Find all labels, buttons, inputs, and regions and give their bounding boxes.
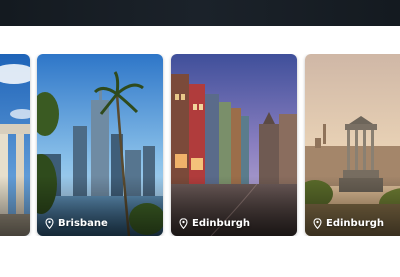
destination-caption: Edinburgh	[313, 218, 384, 229]
city-name: Brisbane	[58, 218, 108, 229]
location-pin-icon	[313, 218, 322, 229]
destination-carousel[interactable]: Brisbane Edinburgh Edinburgh	[0, 54, 400, 236]
location-pin-icon	[45, 218, 54, 229]
city-name: Edinburgh	[192, 218, 251, 229]
destination-card-brisbane[interactable]: Brisbane	[37, 54, 163, 236]
location-pin-icon	[179, 218, 188, 229]
destination-card-edinburgh-monument[interactable]: Edinburgh	[305, 54, 400, 236]
city-name: Edinburgh	[326, 218, 385, 229]
destination-card-edinburgh[interactable]: Edinburgh	[171, 54, 297, 236]
destination-card[interactable]	[0, 54, 30, 236]
destination-caption: Edinburgh	[179, 218, 250, 229]
top-banner-strip	[0, 0, 400, 26]
destination-caption: Brisbane	[45, 218, 108, 229]
